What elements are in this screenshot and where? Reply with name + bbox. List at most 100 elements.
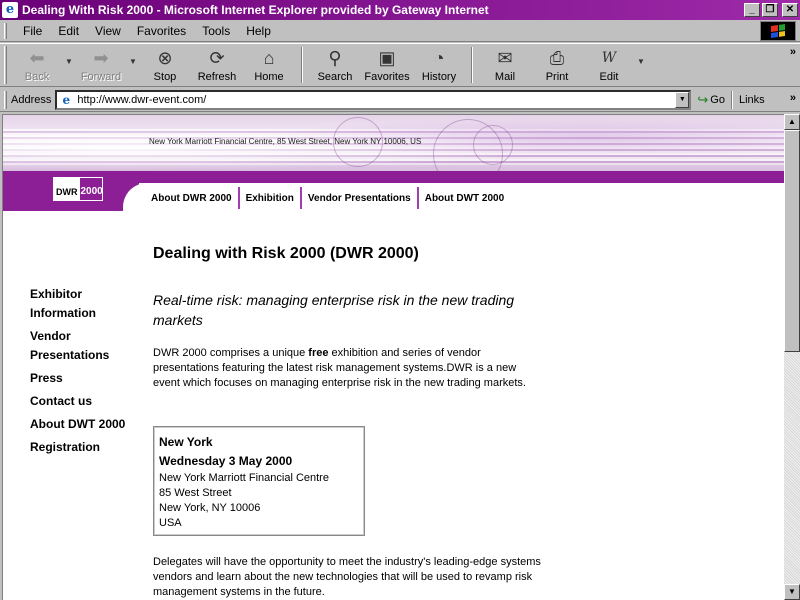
nav-about-dwr[interactable]: About DWR 2000 — [149, 193, 238, 204]
forward-label: Forward — [80, 71, 122, 83]
scroll-up-arrow-icon[interactable]: ▲ — [784, 114, 800, 130]
ie-logo-icon: e — [2, 2, 18, 18]
back-button[interactable]: ⬅ Back — [11, 44, 63, 86]
sidebar-item-about-dwt[interactable]: About DWT 2000 — [30, 415, 140, 434]
sidebar-item-registration[interactable]: Registration — [30, 438, 140, 457]
close-button[interactable]: ✕ — [782, 3, 798, 17]
print-label: Print — [545, 71, 569, 83]
sidebar-item-press[interactable]: Press — [30, 369, 140, 388]
toolbar-separator — [471, 47, 473, 83]
edit-label: Edit — [599, 71, 619, 83]
sidebar-item-contact-us[interactable]: Contact us — [30, 392, 140, 411]
toolbar-separator — [301, 47, 303, 83]
address-bar: Address e ▼ ↪ Go Links » — [0, 88, 800, 112]
intro-text-start: DWR 2000 comprises a unique — [153, 347, 309, 359]
sidebar-item-exhibitor-information[interactable]: Exhibitor Information — [30, 285, 140, 323]
go-arrow-icon: ↪ — [697, 91, 709, 107]
back-arrow-icon: ⬅ — [29, 47, 45, 68]
refresh-button[interactable]: ⟳ Refresh — [191, 44, 243, 86]
favorites-button[interactable]: ▣ Favorites — [361, 44, 413, 86]
menu-help[interactable]: Help — [238, 24, 279, 38]
toolbar-more-chevron[interactable]: » — [790, 46, 796, 58]
nav-about-dwt[interactable]: About DWT 2000 — [419, 193, 510, 204]
mail-icon: ✉ — [497, 47, 513, 68]
top-navigation: About DWR 2000 Exhibition Vendor Present… — [149, 187, 510, 209]
stop-icon: ⊗ — [157, 47, 173, 68]
menu-tools[interactable]: Tools — [194, 24, 238, 38]
venue-address-line: New York, NY 10006 — [159, 502, 261, 514]
minimize-button[interactable]: _ — [744, 3, 760, 17]
nav-exhibition[interactable]: Exhibition — [240, 193, 300, 204]
page-subtitle: Real-time risk: managing enterprise risk… — [153, 292, 515, 328]
edit-dropdown-icon[interactable]: ▼ — [635, 44, 647, 86]
menu-view[interactable]: View — [87, 24, 129, 38]
back-dropdown-icon[interactable]: ▼ — [63, 44, 75, 86]
history-button[interactable]: ◔ History — [413, 44, 465, 86]
dwr-logo[interactable]: DWR 2000 — [53, 177, 103, 201]
refresh-icon: ⟳ — [209, 47, 225, 68]
search-label: Search — [317, 71, 353, 83]
venue-address-line: 85 West Street — [159, 487, 232, 499]
vertical-scrollbar[interactable]: ▲ ▼ — [784, 114, 800, 600]
edit-button[interactable]: W Edit — [583, 44, 635, 86]
go-label: Go — [710, 93, 725, 106]
windows-throbber-icon — [760, 21, 796, 41]
links-more-chevron[interactable]: » — [790, 92, 796, 104]
stop-button[interactable]: ⊗ Stop — [139, 44, 191, 86]
venue-address-line: USA — [159, 517, 182, 529]
mail-button[interactable]: ✉ Mail — [479, 44, 531, 86]
printer-icon: ⎙ — [549, 47, 565, 68]
logo-year-text: 2000 — [80, 186, 103, 197]
forward-dropdown-icon[interactable]: ▼ — [127, 44, 139, 86]
address-label: Address — [11, 93, 52, 106]
forward-button[interactable]: ➡ Forward — [75, 44, 127, 86]
logo-dwr-text: DWR — [54, 178, 80, 200]
sidebar-item-vendor-presentations[interactable]: Vendor Presentations — [30, 327, 140, 365]
menu-edit[interactable]: Edit — [50, 24, 87, 38]
sidebar-nav: Exhibitor Information Vendor Presentatio… — [30, 285, 140, 461]
intro-paragraph: DWR 2000 comprises a unique free exhibit… — [153, 346, 543, 391]
menu-file[interactable]: File — [15, 24, 50, 38]
history-label: History — [421, 71, 457, 83]
links-button[interactable]: Links — [739, 94, 765, 106]
refresh-label: Refresh — [197, 71, 237, 83]
home-button[interactable]: ⌂ Home — [243, 44, 295, 86]
favorites-folder-icon: ▣ — [378, 47, 396, 68]
scroll-down-arrow-icon[interactable]: ▼ — [784, 584, 800, 600]
menu-grip — [4, 22, 7, 39]
venue-address-line: New York Marriott Financial Centre — [159, 472, 329, 484]
intro-free-emphasis: free — [308, 347, 329, 359]
stop-label: Stop — [153, 71, 177, 83]
toolbar-grip — [4, 46, 7, 84]
page-title: Dealing with Risk 2000 (DWR 2000) — [153, 245, 419, 262]
delegates-paragraph: Delegates will have the opportunity to m… — [153, 556, 541, 598]
nav-vendor-presentations[interactable]: Vendor Presentations — [302, 193, 417, 204]
back-label: Back — [24, 71, 50, 83]
scroll-thumb[interactable] — [784, 130, 800, 352]
favorites-label: Favorites — [364, 71, 410, 83]
venue-city: New York — [159, 435, 213, 449]
address-field[interactable]: e ▼ — [55, 89, 692, 110]
word-edit-icon: W — [601, 50, 617, 66]
go-button[interactable]: ↪ Go — [697, 92, 725, 108]
history-icon: ◔ — [433, 47, 445, 68]
mail-label: Mail — [494, 71, 516, 83]
search-button[interactable]: ⚲ Search — [309, 44, 361, 86]
search-icon: ⚲ — [328, 47, 342, 68]
venue-box: New York Wednesday 3 May 2000 New York M… — [153, 426, 365, 536]
banner-address: New York Marriott Financial Centre, 85 W… — [149, 137, 422, 146]
menu-bar: File Edit View Favorites Tools Help — [0, 20, 800, 42]
forward-arrow-icon: ➡ — [93, 47, 109, 68]
page-icon: e — [62, 92, 71, 107]
maximize-button[interactable]: ❐ — [762, 3, 778, 17]
url-input[interactable] — [77, 93, 676, 106]
banner-decoration — [473, 125, 513, 165]
address-grip — [4, 90, 7, 109]
address-dropdown-icon[interactable]: ▼ — [675, 91, 690, 108]
menu-favorites[interactable]: Favorites — [129, 24, 194, 38]
home-label: Home — [254, 71, 284, 83]
page-viewport: New York Marriott Financial Centre, 85 W… — [2, 114, 784, 600]
window-title-bar: e Dealing With Risk 2000 - Microsoft Int… — [0, 0, 800, 20]
page-banner: New York Marriott Financial Centre, 85 W… — [3, 115, 784, 171]
print-button[interactable]: ⎙ Print — [531, 44, 583, 86]
